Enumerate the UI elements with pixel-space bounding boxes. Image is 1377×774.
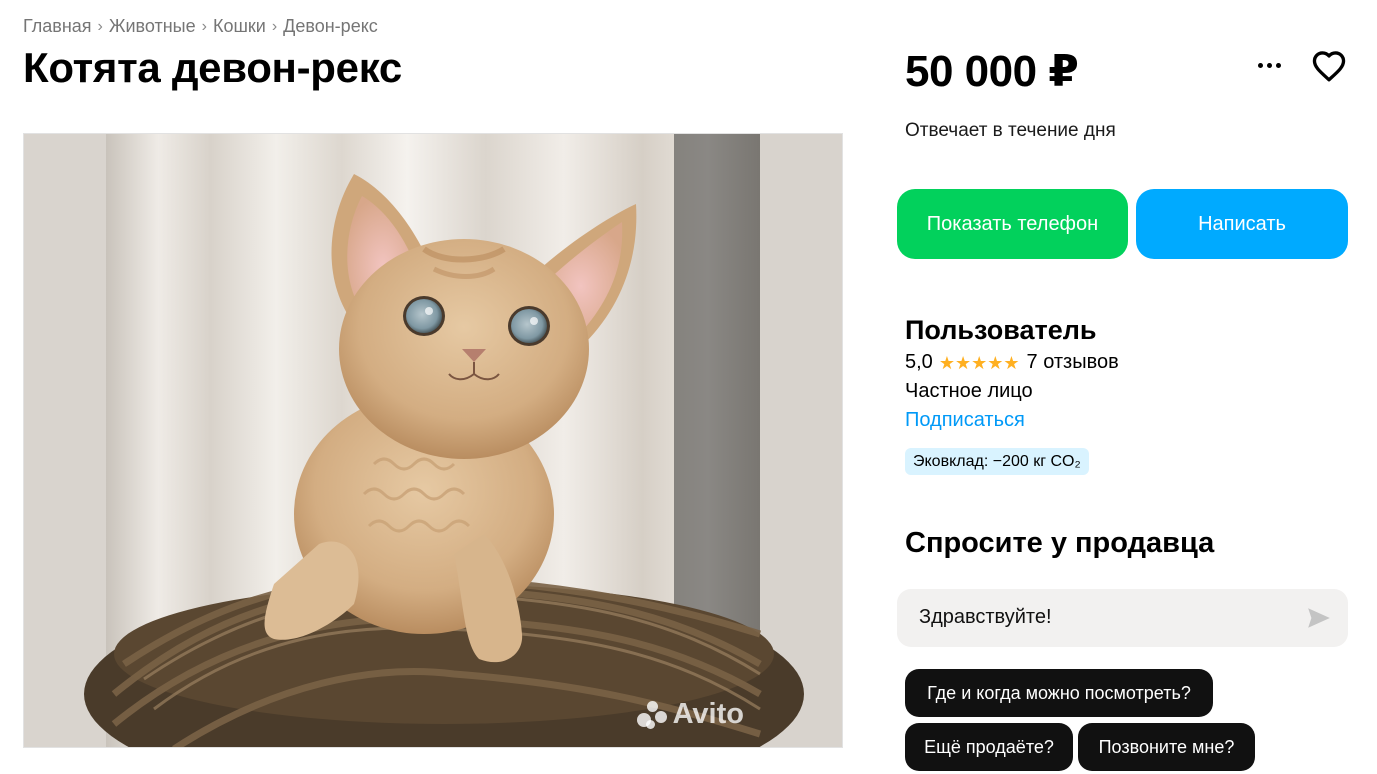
write-message-button[interactable]: Написать <box>1136 189 1348 259</box>
star-icon: ★ <box>971 352 988 373</box>
quick-question-still-selling[interactable]: Ещё продаёте? <box>905 723 1073 771</box>
star-icon: ★ <box>987 352 1004 373</box>
breadcrumb-separator: › <box>97 17 103 35</box>
message-input[interactable]: Здравствуйте! <box>897 589 1348 647</box>
kitten-photo-illustration <box>24 134 842 747</box>
breadcrumb-animals[interactable]: Животные <box>109 16 196 37</box>
subscribe-link[interactable]: Подписаться <box>905 409 1025 432</box>
show-phone-button[interactable]: Показать телефон <box>897 189 1128 259</box>
star-icon: ★ <box>1003 352 1020 373</box>
quick-question-call-me[interactable]: Позвоните мне? <box>1078 723 1255 771</box>
quick-question-where-when[interactable]: Где и когда можно посмотреть? <box>905 669 1213 717</box>
rating-value: 5,0 <box>905 351 933 373</box>
heart-icon <box>1312 51 1346 82</box>
listing-photo[interactable]: Avito <box>23 133 843 748</box>
seller-rating[interactable]: 5,0 ★ ★ ★ ★ ★ 7 отзывов <box>905 351 1119 374</box>
eco-badge[interactable]: Эковклад: −200 кг CO₂ <box>905 448 1089 475</box>
response-time: Отвечает в течение дня <box>905 120 1116 141</box>
favorite-button[interactable] <box>1307 46 1351 86</box>
star-icon: ★ <box>954 352 972 373</box>
rating-stars: ★ ★ ★ ★ ★ <box>939 353 1020 373</box>
ask-seller-title: Спросите у продавца <box>905 527 1215 559</box>
seller-type: Частное лицо <box>905 380 1033 402</box>
breadcrumb-cats[interactable]: Кошки <box>213 16 266 37</box>
reviews-count[interactable]: 7 отзывов <box>1027 351 1119 374</box>
avito-logo-icon <box>636 700 667 729</box>
price: 50 000 ₽ <box>905 47 1079 96</box>
breadcrumb-separator: › <box>271 17 278 35</box>
more-dots-icon <box>1257 62 1263 68</box>
star-icon: ★ <box>938 352 955 373</box>
breadcrumb-devon-rex[interactable]: Девон-рекс <box>283 16 378 37</box>
send-icon[interactable] <box>1306 605 1332 631</box>
breadcrumb-separator: › <box>201 17 207 35</box>
breadcrumb: Главная › Животные › Кошки › Девон-рекс <box>23 16 378 37</box>
more-options-button[interactable] <box>1250 48 1288 82</box>
message-input-text: Здравствуйте! <box>919 606 1052 628</box>
breadcrumb-home[interactable]: Главная <box>23 16 92 37</box>
seller-name[interactable]: Пользователь <box>905 315 1096 346</box>
avito-watermark: Avito <box>636 698 744 731</box>
avito-watermark-text: Avito <box>672 698 744 730</box>
page-title: Котята девон-рекс <box>23 44 402 91</box>
